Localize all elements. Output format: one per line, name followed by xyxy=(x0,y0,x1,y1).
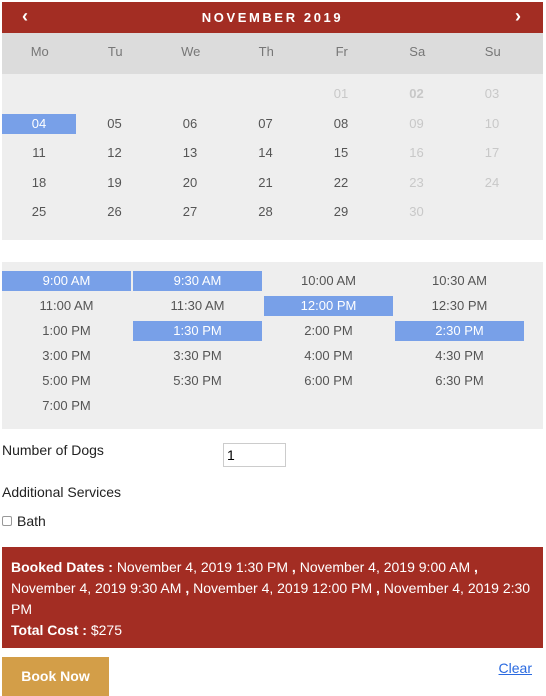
time-slot[interactable]: 3:00 PM xyxy=(2,346,131,366)
calendar-day[interactable]: 08 xyxy=(304,114,378,134)
number-of-dogs-label: Number of Dogs xyxy=(2,442,104,458)
calendar-day[interactable]: 29 xyxy=(304,202,378,222)
weekday-label: Th xyxy=(258,44,274,59)
calendar-day[interactable]: 27 xyxy=(153,202,227,222)
time-slot[interactable]: 7:00 PM xyxy=(2,396,131,416)
calendar-day[interactable]: 19 xyxy=(78,173,152,193)
booked-date: November 4, 2019 1:30 PM xyxy=(116,559,292,575)
booked-date: November 4, 2019 9:30 AM xyxy=(11,580,186,596)
weekday-label: Tu xyxy=(107,44,123,59)
calendar-day: 01 xyxy=(333,86,349,101)
calendar-day[interactable]: 22 xyxy=(304,173,378,193)
month-title: NOVEMBER 2019 xyxy=(201,10,344,25)
calendar-day: 30 xyxy=(409,204,424,219)
calendar-day[interactable]: 14 xyxy=(229,143,303,163)
time-slots-grid: 9:00 AM 9:30 AM 10:00 AM 10:30 AM 11:00 AM 11… xyxy=(2,262,543,429)
time-slot[interactable]: 12:00 PM xyxy=(264,296,393,316)
calendar-day[interactable]: 25 xyxy=(2,202,76,222)
time-slot[interactable]: 12:30 PM xyxy=(395,296,524,316)
booked-date: November 4, 2019 12:00 PM xyxy=(189,580,376,596)
time-slot[interactable]: 1:30 PM xyxy=(133,321,262,341)
calendar-day[interactable]: 20 xyxy=(153,173,227,193)
bath-checkbox[interactable] xyxy=(2,516,12,526)
time-slot[interactable]: 2:00 PM xyxy=(264,321,393,341)
calendar-day[interactable]: 26 xyxy=(78,202,152,222)
calendar-day[interactable]: 04 xyxy=(2,114,76,134)
time-slot[interactable]: 5:00 PM xyxy=(2,371,131,391)
total-cost-value: $275 xyxy=(90,622,123,638)
calendar-day: 09 xyxy=(409,116,424,131)
total-cost-label: Total Cost : xyxy=(11,622,87,638)
calendar-header: ‹ NOVEMBER 2019 › xyxy=(2,2,543,33)
calendar-day[interactable]: 06 xyxy=(153,114,227,134)
time-slot[interactable]: 10:30 AM xyxy=(395,271,524,291)
calendar-day[interactable]: 13 xyxy=(153,143,227,163)
calendar-day[interactable]: 18 xyxy=(2,173,76,193)
time-slot[interactable]: 11:00 AM xyxy=(2,296,131,316)
calendar-day: 10 xyxy=(484,116,500,131)
calendar-day: 03 xyxy=(484,86,500,101)
clear-link[interactable]: Clear xyxy=(499,660,532,676)
time-slot[interactable]: 6:30 PM xyxy=(395,371,524,391)
bath-label: Bath xyxy=(17,513,46,529)
calendar-day: 23 xyxy=(409,175,424,190)
book-now-button[interactable]: Book Now xyxy=(2,657,109,696)
additional-services-label: Additional Services xyxy=(2,484,122,500)
calendar-day: 17 xyxy=(484,145,500,160)
weekday-label: Sa xyxy=(409,44,426,59)
time-slot[interactable]: 4:30 PM xyxy=(395,346,524,366)
time-slot[interactable]: 1:00 PM xyxy=(2,321,131,341)
weekday-label: Mo xyxy=(30,44,49,59)
calendar-day[interactable]: 12 xyxy=(78,143,152,163)
weekday-label: Su xyxy=(484,44,501,59)
time-slot[interactable]: 9:30 AM xyxy=(133,271,262,291)
calendar-day: 16 xyxy=(409,145,424,160)
time-slot[interactable]: 5:30 PM xyxy=(133,371,262,391)
bath-option[interactable]: Bath xyxy=(2,513,46,529)
time-slot[interactable]: 4:00 PM xyxy=(264,346,393,366)
booked-dates-label: Booked Dates : xyxy=(11,559,113,575)
booking-summary: Booked Dates : November 4, 2019 1:30 PM … xyxy=(2,547,543,648)
time-slot[interactable]: 11:30 AM xyxy=(133,296,262,316)
booked-date: November 4, 2019 9:00 AM xyxy=(295,559,475,575)
time-slot[interactable]: 3:30 PM xyxy=(133,346,262,366)
time-slot[interactable]: 9:00 AM xyxy=(2,271,131,291)
calendar-day: 02 xyxy=(409,86,424,101)
weekday-row: Mo Tu We Th Fr Sa Su xyxy=(2,33,543,74)
weekday-label: Fr xyxy=(335,44,348,59)
calendar-day[interactable]: 11 xyxy=(2,143,76,163)
calendar-day[interactable]: 05 xyxy=(78,114,152,134)
time-slot[interactable]: 10:00 AM xyxy=(264,271,393,291)
number-of-dogs-input[interactable] xyxy=(223,443,286,467)
next-month-icon[interactable]: › xyxy=(515,6,521,27)
calendar-day[interactable]: 15 xyxy=(304,143,378,163)
time-slot[interactable]: 2:30 PM xyxy=(395,321,524,341)
calendar-day[interactable]: 28 xyxy=(229,202,303,222)
calendar-day: 24 xyxy=(484,175,500,190)
calendar-day[interactable]: 07 xyxy=(229,114,303,134)
date-separator: , xyxy=(474,559,478,575)
weekday-label: We xyxy=(181,44,201,59)
time-slot[interactable]: 6:00 PM xyxy=(264,371,393,391)
calendar-day[interactable]: 21 xyxy=(229,173,303,193)
calendar-days-grid: 01 02 03 04 05 06 07 08 09 10 11 12 13 14 15 16 17 18 19 20… xyxy=(2,74,543,240)
